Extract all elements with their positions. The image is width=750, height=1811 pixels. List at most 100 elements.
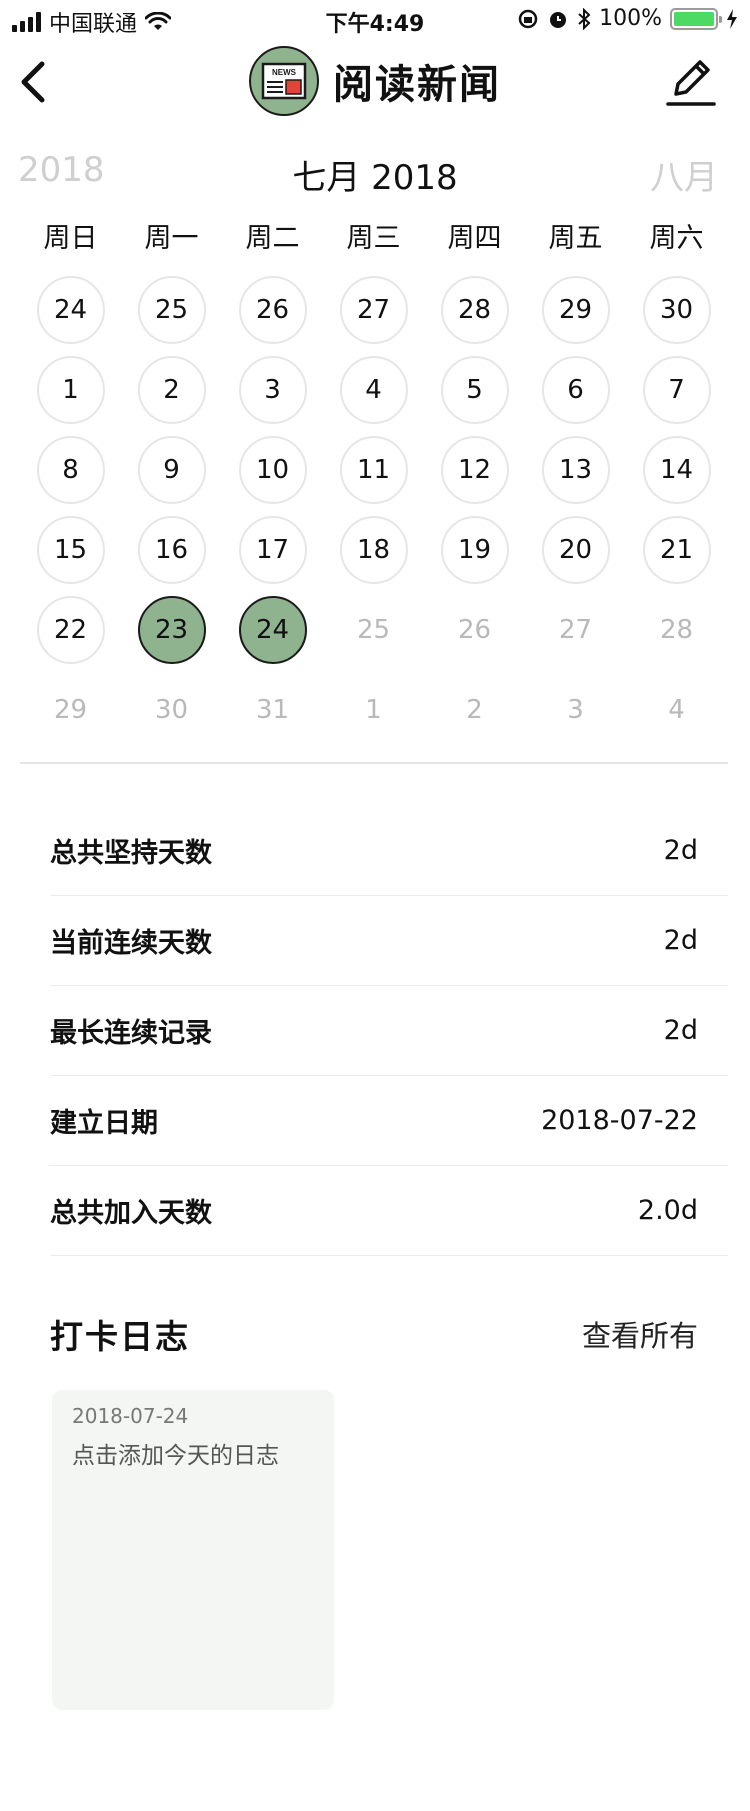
calendar-day[interactable]: 4 — [323, 350, 424, 430]
log-title: 打卡日志 — [50, 1317, 190, 1356]
next-period-button[interactable]: 八月 — [650, 150, 718, 199]
calendar-day[interactable]: 28 — [424, 270, 525, 350]
calendar-day-number: 23 — [137, 596, 206, 664]
calendar-day-number: 4 — [339, 356, 408, 424]
calendar-day-number: 24 — [36, 276, 105, 344]
calendar-day-number: 30 — [642, 276, 711, 344]
nav-title-group: NEWS 阅读新闻 — [0, 46, 750, 116]
log-card-date: 2018-07-24 — [72, 1404, 189, 1428]
calendar-day-number: 12 — [440, 436, 509, 504]
calendar-day[interactable]: 21 — [626, 510, 727, 590]
log-card-text: 点击添加今天的日志 — [72, 1443, 279, 1469]
calendar-day[interactable]: 16 — [121, 510, 222, 590]
calendar-day-number: 30 — [154, 695, 189, 725]
stat-value: 2d — [663, 1015, 698, 1046]
calendar-day[interactable]: 8 — [20, 430, 121, 510]
month-title: 七月 2018 — [292, 158, 458, 198]
calendar-day-outside: 4 — [626, 670, 727, 750]
calendar-day[interactable]: 6 — [525, 350, 626, 430]
calendar-day-number: 26 — [457, 615, 492, 645]
view-all-button[interactable]: 查看所有 — [582, 1313, 698, 1355]
calendar-day-number: 5 — [440, 356, 509, 424]
calendar-day[interactable]: 29 — [525, 270, 626, 350]
calendar-day-checked[interactable]: 24 — [222, 590, 323, 670]
calendar-day[interactable]: 13 — [525, 430, 626, 510]
calendar-day-number: 13 — [541, 436, 610, 504]
stat-row: 当前连续天数 2d — [50, 896, 728, 986]
divider — [20, 762, 728, 764]
calendar-day-number: 29 — [53, 695, 88, 725]
weekday-label: 周六 — [649, 223, 704, 254]
calendar-day-outside: 25 — [323, 590, 424, 670]
log-header: 打卡日志 查看所有 — [50, 1310, 698, 1358]
stats-list: 总共坚持天数 2d 当前连续天数 2d 最长连续记录 2d 建立日期 2018-07-22 总共… — [50, 806, 728, 1256]
alarm-icon — [550, 11, 567, 28]
news-logo-icon: NEWS — [249, 46, 319, 116]
calendar-day[interactable]: 7 — [626, 350, 727, 430]
stat-row: 总共坚持天数 2d — [50, 806, 728, 896]
calendar-day-number: 25 — [356, 615, 391, 645]
calendar-day-number: 8 — [36, 436, 105, 504]
stat-label: 总共坚持天数 — [50, 838, 212, 869]
calendar-day[interactable]: 25 — [121, 270, 222, 350]
news-logo-text: NEWS — [272, 68, 297, 77]
calendar-day-number: 24 — [238, 596, 307, 664]
calendar-day[interactable]: 30 — [626, 270, 727, 350]
weekday-label: 周五 — [548, 223, 603, 254]
calendar-day[interactable]: 24 — [20, 270, 121, 350]
calendar-day[interactable]: 19 — [424, 510, 525, 590]
calendar-day[interactable]: 17 — [222, 510, 323, 590]
calendar-day[interactable]: 22 — [20, 590, 121, 670]
calendar-day-number: 21 — [642, 516, 711, 584]
calendar-day[interactable]: 1 — [20, 350, 121, 430]
log-card[interactable]: 2018-07-24 点击添加今天的日志 — [52, 1390, 334, 1710]
stat-value: 2018-07-22 — [541, 1105, 698, 1136]
calendar-day-outside: 29 — [20, 670, 121, 750]
calendar-day-number: 4 — [668, 695, 685, 725]
calendar-day-number: 17 — [238, 516, 307, 584]
weekday-label: 周三 — [346, 223, 401, 254]
calendar-day[interactable]: 20 — [525, 510, 626, 590]
calendar-day-outside: 1 — [323, 670, 424, 750]
calendar-day-number: 7 — [642, 356, 711, 424]
calendar-day-number: 25 — [137, 276, 206, 344]
calendar-day-number: 11 — [339, 436, 408, 504]
calendar-day-number: 20 — [541, 516, 610, 584]
stat-label: 建立日期 — [50, 1108, 158, 1139]
calendar-day-number: 2 — [466, 695, 483, 725]
stat-value: 2d — [663, 925, 698, 956]
stat-label: 最长连续记录 — [50, 1018, 212, 1049]
calendar-day-outside: 31 — [222, 670, 323, 750]
calendar-day[interactable]: 12 — [424, 430, 525, 510]
weekday-label: 周一 — [144, 223, 199, 254]
calendar-day[interactable]: 3 — [222, 350, 323, 430]
calendar-day[interactable]: 27 — [323, 270, 424, 350]
calendar-day[interactable]: 2 — [121, 350, 222, 430]
calendar-day[interactable]: 10 — [222, 430, 323, 510]
calendar-day-outside: 26 — [424, 590, 525, 670]
page-title: 阅读新闻 — [333, 62, 501, 108]
calendar-day-number: 2 — [137, 356, 206, 424]
battery-percent: 100% — [599, 6, 662, 31]
calendar-day[interactable]: 14 — [626, 430, 727, 510]
calendar-day-number: 31 — [255, 695, 290, 725]
calendar-day-number: 28 — [440, 276, 509, 344]
calendar-day-number: 27 — [558, 615, 593, 645]
calendar-day[interactable]: 11 — [323, 430, 424, 510]
calendar-day-number: 15 — [36, 516, 105, 584]
calendar-day-number: 3 — [238, 356, 307, 424]
calendar-day-number: 22 — [36, 596, 105, 664]
orientation-lock-icon — [518, 9, 538, 28]
calendar-day[interactable]: 15 — [20, 510, 121, 590]
pencil-icon[interactable] — [662, 54, 720, 110]
calendar-day[interactable]: 9 — [121, 430, 222, 510]
calendar-day[interactable]: 18 — [323, 510, 424, 590]
calendar-day-number: 1 — [36, 356, 105, 424]
calendar-day[interactable]: 5 — [424, 350, 525, 430]
stat-value: 2d — [663, 835, 698, 866]
calendar-day[interactable]: 26 — [222, 270, 323, 350]
calendar-day-checked[interactable]: 23 — [121, 590, 222, 670]
stat-row: 总共加入天数 2.0d — [50, 1166, 728, 1256]
calendar-day-number: 6 — [541, 356, 610, 424]
weekday-label: 周四 — [447, 223, 502, 254]
